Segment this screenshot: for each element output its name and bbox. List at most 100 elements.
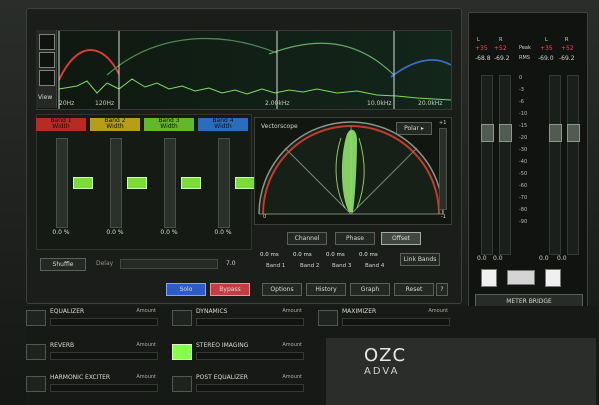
spectrum-graph	[37, 31, 452, 109]
move-tool-icon[interactable]	[39, 34, 55, 50]
module-equalizer[interactable]: EQUALIZER Amount	[26, 308, 158, 326]
stereo-imaging-power-icon[interactable]	[172, 344, 192, 360]
module-post-equalizer-amount-slider[interactable]	[196, 384, 304, 392]
module-dynamics-amount-label: Amount	[282, 308, 302, 314]
graph-button[interactable]: Graph	[350, 283, 390, 296]
meter-r1-label: R	[499, 37, 503, 43]
product-logo: OZC ADVA	[326, 338, 596, 405]
channel-button[interactable]: Channel	[287, 232, 327, 245]
freq-label-120hz: 120Hz	[95, 100, 115, 107]
module-reverb-amount-slider[interactable]	[50, 352, 158, 360]
lock-icon-2[interactable]	[545, 269, 561, 287]
module-stereo-imaging-amount-label: Amount	[282, 342, 302, 348]
module-dynamics-amount-slider[interactable]	[196, 318, 304, 326]
dynamics-power-icon[interactable]	[172, 310, 192, 326]
band-3-width-value: 0.0 %	[160, 229, 178, 236]
band-delay-row: 0.0 ms 0.0 ms 0.0 ms 0.0 ms Band 1 Band …	[260, 252, 450, 269]
module-stereo-imaging-amount-slider[interactable]	[196, 352, 304, 360]
meter-fader-1[interactable]	[481, 124, 494, 142]
band-1-header: Band 1 Width	[36, 118, 86, 131]
module-reverb[interactable]: REVERB Amount	[26, 342, 158, 360]
module-maximizer[interactable]: MAXIMIZER Amount	[318, 308, 450, 326]
module-harmonic-exciter[interactable]: HARMONIC EXCITER Amount	[26, 374, 158, 392]
meter-fader-2[interactable]	[499, 124, 512, 142]
settings-icon[interactable]	[507, 270, 535, 285]
band-control-row: Shuffle Delay 7.0	[40, 258, 246, 271]
layout-tool-icon[interactable]	[39, 70, 55, 86]
meter-bottom-values: 0.0 0.0 0.0 0.0	[477, 255, 583, 265]
meter-fader-4[interactable]	[567, 124, 580, 142]
meter-bottom-value-2: 0.0	[493, 255, 503, 262]
offset-button[interactable]: Offset	[381, 232, 421, 245]
freq-label-20hz: 20Hz	[59, 100, 75, 107]
module-post-equalizer-label: POST EQUALIZER	[196, 374, 248, 381]
band-2-header: Band 2 Width	[90, 118, 140, 131]
band-3: Band 3 Width 0.0 %	[144, 118, 201, 236]
module-maximizer-amount-slider[interactable]	[342, 318, 450, 326]
module-dynamics[interactable]: DYNAMICS Amount	[172, 308, 304, 326]
help-button[interactable]: ?	[436, 283, 448, 296]
peak-label: Peak	[519, 45, 531, 51]
scale-left-label: 0	[263, 214, 267, 220]
meter-l2-label: L	[545, 37, 548, 43]
scale-tick-6: -30	[519, 147, 528, 153]
meter-bridge: L R L R +35 +52 Peak +35 +52 -68.8 -69.2…	[468, 12, 588, 334]
band-3-slider[interactable]	[164, 138, 201, 228]
harmonic-exciter-power-icon[interactable]	[26, 376, 46, 392]
peak-l2: +35	[540, 45, 553, 52]
meter-readouts: L R L R +35 +52 Peak +35 +52 -68.8 -69.2…	[475, 37, 581, 71]
module-harmonic-exciter-amount-slider[interactable]	[50, 384, 158, 392]
post-equalizer-power-icon[interactable]	[172, 376, 192, 392]
band-2-delay-value: 0.0 ms	[293, 252, 312, 258]
scale-tick-1: -3	[519, 87, 524, 93]
reverb-power-icon[interactable]	[26, 344, 46, 360]
maximizer-power-icon[interactable]	[318, 310, 338, 326]
equalizer-power-icon[interactable]	[26, 310, 46, 326]
meter-bottom-value-3: 0.0	[539, 255, 549, 262]
meter-fader-3[interactable]	[549, 124, 562, 142]
band-1: Band 1 Width 0.0 %	[36, 118, 93, 236]
scale-bottom-label: -1	[441, 214, 446, 220]
history-button[interactable]: History	[306, 283, 346, 296]
shuffle-button[interactable]: Shuffle	[40, 258, 86, 271]
band-4-slider-knob[interactable]	[235, 177, 255, 189]
module-harmonic-exciter-label: HARMONIC EXCITER	[50, 374, 111, 381]
module-reverb-label: REVERB	[50, 342, 75, 349]
band-4-delay-value: 0.0 ms	[359, 252, 378, 258]
zoom-tool-icon[interactable]	[39, 52, 55, 68]
band-3-delay-value: 0.0 ms	[326, 252, 345, 258]
vectorscope-scale-bar[interactable]	[439, 128, 447, 210]
band-4-slider[interactable]	[218, 138, 255, 228]
scale-tick-7: -40	[519, 159, 528, 165]
module-harmonic-exciter-amount-label: Amount	[136, 374, 156, 380]
delay-label: Delay	[96, 260, 114, 267]
lock-icon[interactable]	[481, 269, 497, 287]
scale-tick-4: -15	[519, 123, 528, 129]
delay-slider[interactable]	[120, 259, 218, 269]
meter-bottom-value-1: 0.0	[477, 255, 487, 262]
bypass-button[interactable]: Bypass	[210, 283, 250, 296]
spectrum-analyzer[interactable]: 20Hz 120Hz 2.00kHz 10.0kHz 20.0kHz	[36, 30, 452, 110]
module-stereo-imaging-label: STEREO IMAGING	[196, 342, 249, 349]
reset-button[interactable]: Reset	[394, 283, 434, 296]
solo-button[interactable]: Solo	[166, 283, 206, 296]
band-3-delay-label: Band 3	[332, 263, 352, 269]
logo-line-1: OZC	[364, 345, 407, 366]
options-button[interactable]: Options	[262, 283, 302, 296]
module-equalizer-label: EQUALIZER	[50, 308, 85, 315]
band-1-slider[interactable]	[56, 138, 93, 228]
band-1-delay-label: Band 1	[266, 263, 286, 269]
vectorscope-panel[interactable]: Vectorscope Polar ▸ +1 -1 0	[254, 117, 452, 225]
phase-button[interactable]: Phase	[335, 232, 375, 245]
link-bands-button[interactable]: Link Bands	[400, 253, 440, 266]
peak-r1: +52	[494, 45, 507, 52]
module-stereo-imaging[interactable]: STEREO IMAGING Amount	[172, 342, 304, 360]
view-label[interactable]: View	[38, 94, 52, 101]
module-post-equalizer[interactable]: POST EQUALIZER Amount	[172, 374, 304, 392]
bottom-controls: Solo Bypass Options History Graph Reset …	[36, 281, 450, 296]
module-equalizer-amount-slider[interactable]	[50, 318, 158, 326]
module-dynamics-label: DYNAMICS	[196, 308, 228, 315]
band-4-header: Band 4 Width	[198, 118, 248, 131]
scale-tick-11: -80	[519, 207, 528, 213]
band-2-slider[interactable]	[110, 138, 147, 228]
